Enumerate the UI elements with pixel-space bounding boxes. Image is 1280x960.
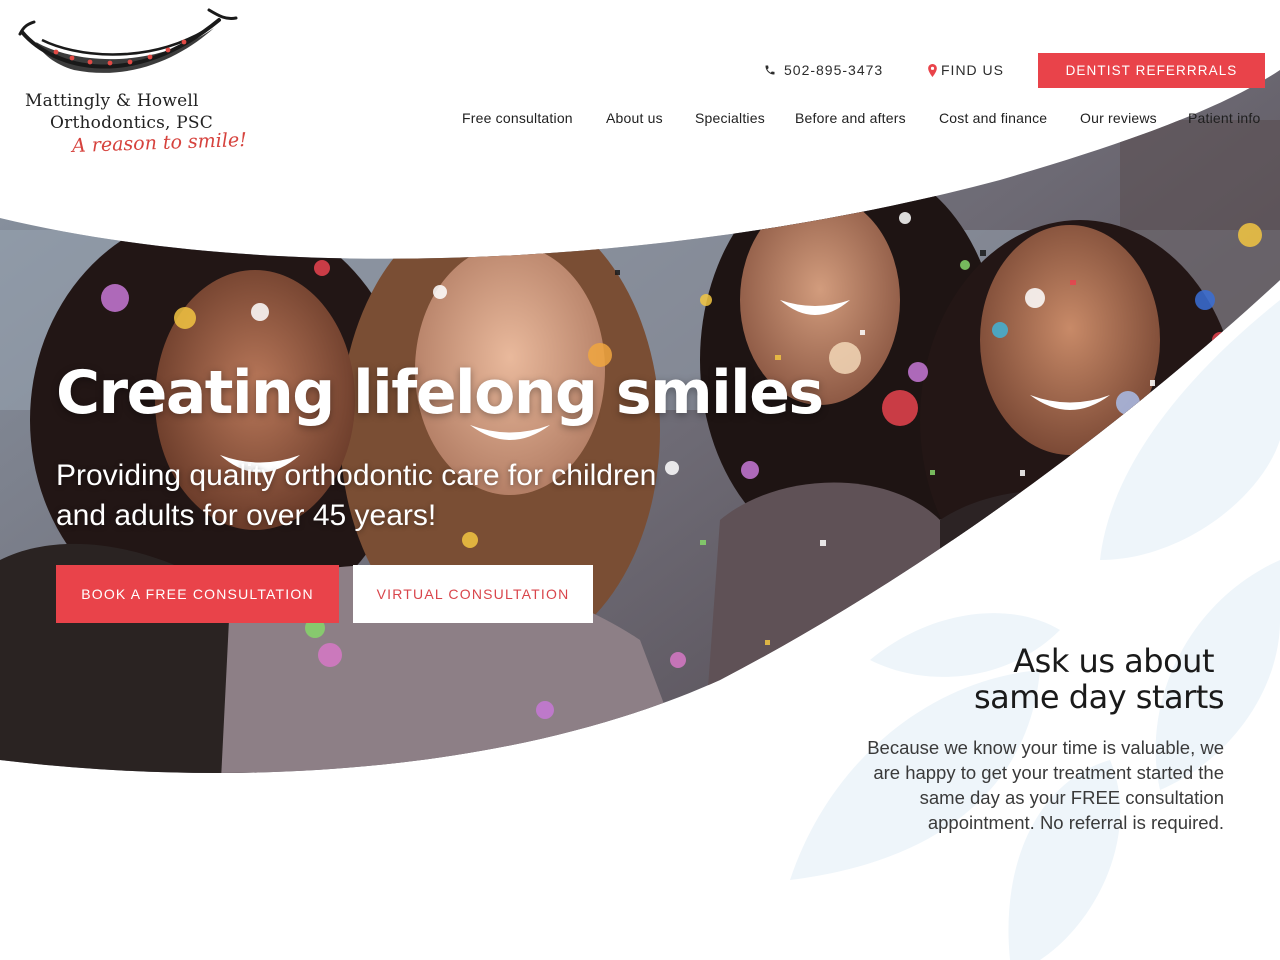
phone-link[interactable]: 502-895-3473: [764, 62, 883, 78]
logo[interactable]: Mattingly & Howell Orthodontics, PSC A r…: [14, 0, 248, 165]
logo-tagline: A reason to smile!: [71, 128, 248, 158]
find-us-link[interactable]: FIND US: [928, 62, 1004, 78]
hero-subtitle: Providing quality orthodontic care for c…: [56, 459, 657, 532]
phone-icon: [765, 65, 775, 75]
nav-item-cost-and-finance[interactable]: Cost and finance: [939, 110, 1047, 126]
same-day-heading-line2: same day starts: [973, 678, 1225, 716]
nav-item-about-us[interactable]: About us: [606, 110, 663, 126]
same-day-heading-line1: Ask us about: [1013, 642, 1214, 680]
same-day-starts-text: Because we know your time is valuable, w…: [867, 737, 1224, 833]
hero-title: Creating lifelong smiles: [56, 358, 824, 428]
nav-item-specialties[interactable]: Specialties: [695, 110, 765, 126]
phone-number: 502-895-3473: [784, 62, 884, 78]
logo-name-line1: Mattingly & Howell: [25, 91, 199, 111]
nav-item-free-consultation[interactable]: Free consultation: [462, 110, 573, 126]
virtual-consultation-button[interactable]: VIRTUAL CONSULTATION: [353, 565, 593, 623]
nav-item-our-reviews[interactable]: Our reviews: [1080, 110, 1157, 126]
find-us-label: FIND US: [941, 62, 1004, 78]
book-consultation-button[interactable]: BOOK A FREE CONSULTATION: [56, 565, 339, 623]
same-day-starts-heading: Ask us about same day starts: [824, 642, 1225, 716]
dentist-referrals-button[interactable]: DENTIST REFERRRALS: [1038, 53, 1265, 88]
nav-item-patient-info[interactable]: Patient info: [1188, 110, 1260, 126]
smile-logo-icon: [18, 8, 238, 73]
map-pin-icon: [928, 63, 937, 77]
main-nav: Free consultation About us Specialties B…: [0, 110, 1280, 130]
nav-item-before-and-afters[interactable]: Before and afters: [795, 110, 906, 126]
